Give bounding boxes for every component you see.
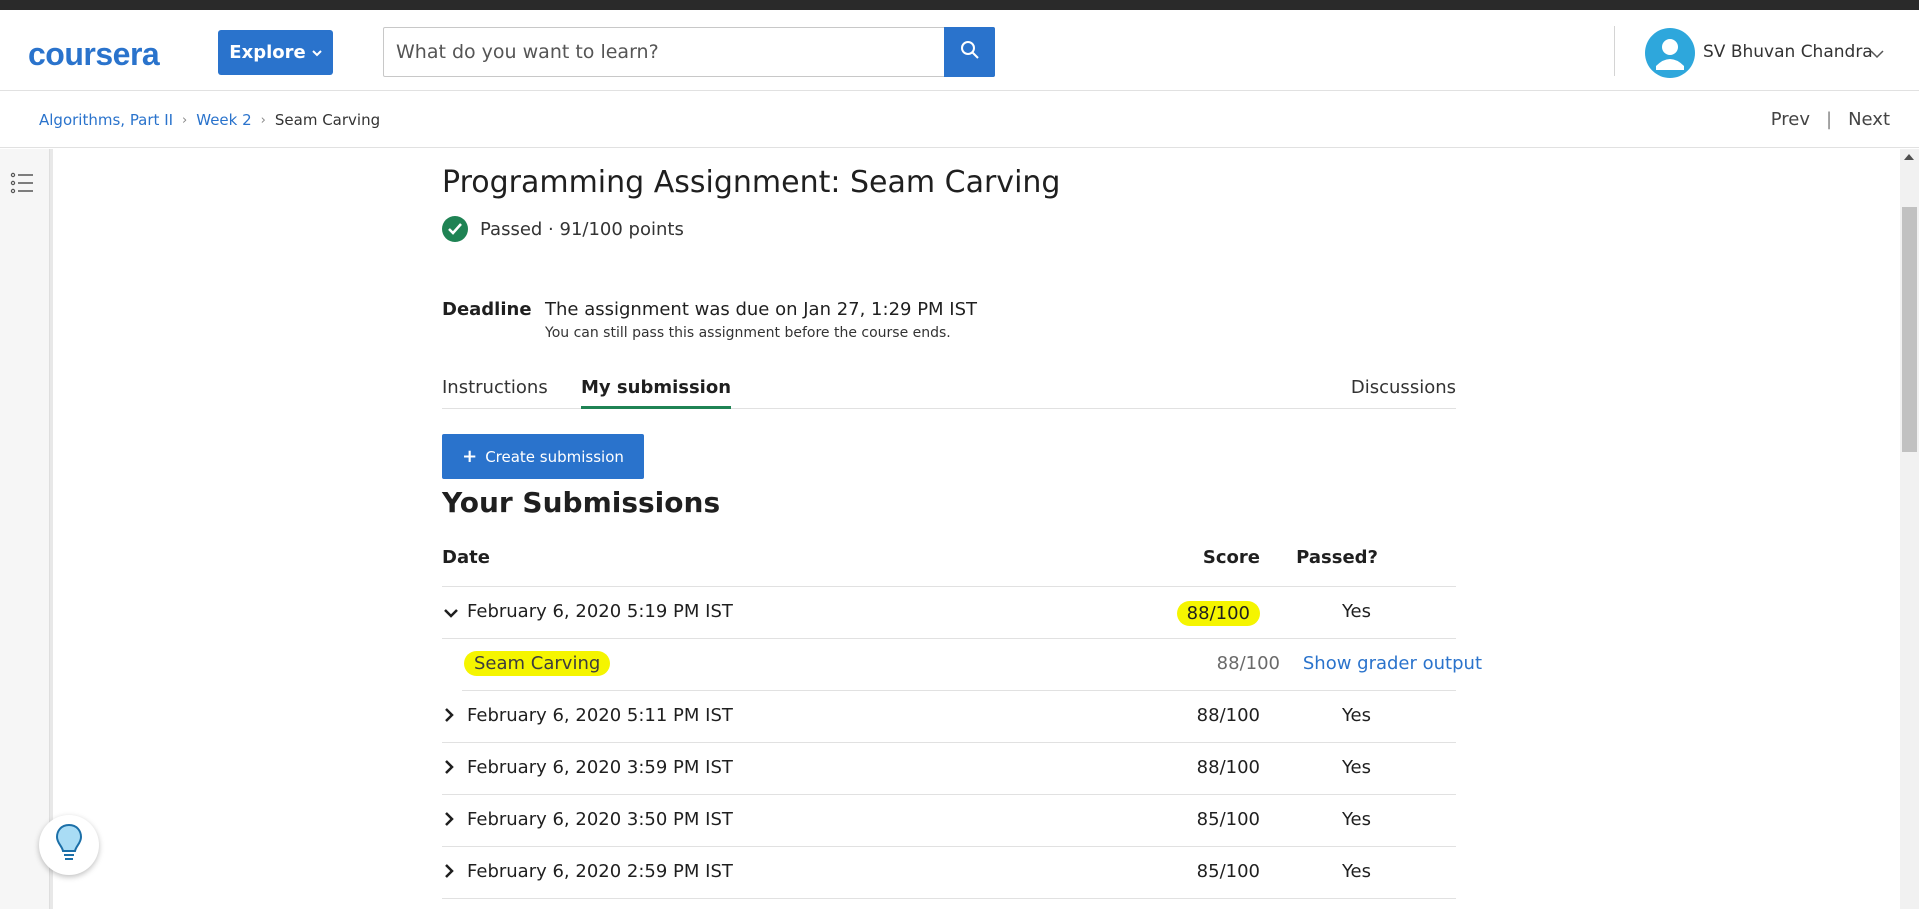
scrollbar-thumb[interactable]	[1902, 207, 1917, 452]
explore-label: Explore	[229, 42, 306, 63]
lightbulb-icon	[54, 822, 84, 868]
show-grader-output-link[interactable]: Show grader output	[1303, 653, 1482, 674]
table-row[interactable]: February 6, 2020 3:50 PM IST 85/100 Yes	[442, 795, 1456, 847]
top-header: coursera Explore SV Bhuvan Chandra	[0, 10, 1919, 91]
breadcrumb-week[interactable]: Week 2	[196, 111, 251, 129]
header-passed: Passed?	[1296, 547, 1378, 568]
nav-divider: |	[1825, 109, 1833, 130]
create-submission-label: Create submission	[485, 447, 624, 466]
submission-score: 88/100	[1196, 757, 1260, 778]
chevron-right-icon: ›	[182, 112, 188, 128]
table-row[interactable]: February 6, 2020 2:59 PM IST 85/100 Yes	[442, 847, 1456, 899]
submissions-title: Your Submissions	[442, 486, 721, 519]
submission-passed: Yes	[1341, 809, 1371, 830]
chevron-down-icon[interactable]	[443, 603, 459, 624]
submission-part-row: Seam Carving 88/100 Show grader output	[462, 639, 1482, 691]
left-rail	[0, 149, 50, 909]
breadcrumb-course[interactable]: Algorithms, Part II	[39, 111, 173, 129]
user-icon	[1656, 39, 1684, 70]
chevron-right-icon: ›	[260, 112, 266, 128]
tab-instructions[interactable]: Instructions	[442, 377, 548, 406]
submission-date: February 6, 2020 3:50 PM IST	[467, 809, 733, 830]
search-icon	[960, 40, 980, 64]
submission-date: February 6, 2020 5:11 PM IST	[467, 705, 733, 726]
prev-link[interactable]: Prev	[1771, 109, 1810, 130]
table-row[interactable]: February 6, 2020 3:59 PM IST 88/100 Yes	[442, 743, 1456, 795]
search-input[interactable]	[384, 28, 946, 76]
coursera-logo[interactable]: coursera	[28, 36, 160, 73]
part-score: 88/100	[1216, 653, 1280, 674]
header-score: Score	[1202, 547, 1260, 568]
plus-icon: +	[462, 446, 478, 467]
user-name[interactable]: SV Bhuvan Chandra	[1703, 42, 1873, 62]
create-submission-button[interactable]: + Create submission	[442, 434, 644, 479]
submission-score: 85/100	[1196, 809, 1260, 830]
breadcrumb-bar: Algorithms, Part II › Week 2 › Seam Carv…	[0, 92, 1919, 148]
course-outline-icon[interactable]	[10, 172, 34, 198]
breadcrumb: Algorithms, Part II › Week 2 › Seam Carv…	[39, 111, 380, 129]
tab-discussions[interactable]: Discussions	[1351, 377, 1456, 406]
deadline-text: The assignment was due on Jan 27, 1:29 P…	[545, 299, 978, 320]
prev-next-nav: Prev | Next	[1771, 109, 1890, 130]
table-row[interactable]: February 6, 2020 5:11 PM IST 88/100 Yes	[442, 691, 1456, 743]
avatar[interactable]	[1645, 28, 1695, 78]
submissions-table: Date Score Passed? February 6, 2020 5:19…	[442, 535, 1482, 899]
submission-date: February 6, 2020 2:59 PM IST	[467, 861, 733, 882]
part-name: Seam Carving	[464, 651, 611, 676]
browser-top-strip	[0, 0, 1919, 10]
chevron-right-icon[interactable]	[443, 863, 455, 884]
page-title: Programming Assignment: Seam Carving	[442, 165, 1061, 200]
pass-status-text: Passed · 91/100 points	[480, 218, 684, 240]
header-divider	[1614, 26, 1615, 76]
table-row[interactable]: February 6, 2020 5:19 PM IST 88/100 Yes	[442, 587, 1456, 639]
lightbulb-button[interactable]	[39, 815, 99, 875]
header-date: Date	[442, 547, 490, 568]
chevron-down-icon	[311, 46, 322, 60]
checkmark-icon	[442, 216, 468, 242]
left-rail-edge	[50, 149, 53, 909]
submission-passed: Yes	[1341, 861, 1371, 882]
submission-date: February 6, 2020 3:59 PM IST	[467, 757, 733, 778]
search-box	[383, 27, 995, 77]
deadline-subtext: You can still pass this assignment befor…	[545, 325, 951, 341]
explore-button[interactable]: Explore	[218, 30, 333, 75]
submission-passed: Yes	[1341, 601, 1371, 622]
assignment-tabs: Instructions My submission Discussions	[442, 377, 1456, 409]
next-link[interactable]: Next	[1848, 109, 1890, 130]
breadcrumb-current: Seam Carving	[274, 111, 381, 129]
chevron-right-icon[interactable]	[443, 811, 455, 832]
submission-passed: Yes	[1341, 757, 1371, 778]
chevron-right-icon[interactable]	[443, 707, 455, 728]
chevron-right-icon[interactable]	[443, 759, 455, 780]
submission-score: 85/100	[1196, 861, 1260, 882]
tab-my-submission[interactable]: My submission	[581, 377, 732, 409]
pass-status: Passed · 91/100 points	[442, 216, 684, 242]
deadline-label: Deadline	[442, 299, 532, 320]
scroll-up-arrow-icon[interactable]	[1904, 154, 1914, 160]
search-button[interactable]	[944, 27, 995, 77]
submission-score: 88/100	[1196, 705, 1260, 726]
submission-date: February 6, 2020 5:19 PM IST	[467, 601, 733, 622]
user-menu-chevron-icon[interactable]	[1870, 44, 1884, 63]
submission-score: 88/100	[1176, 601, 1260, 626]
submission-passed: Yes	[1341, 705, 1371, 726]
table-header: Date Score Passed?	[442, 535, 1456, 587]
